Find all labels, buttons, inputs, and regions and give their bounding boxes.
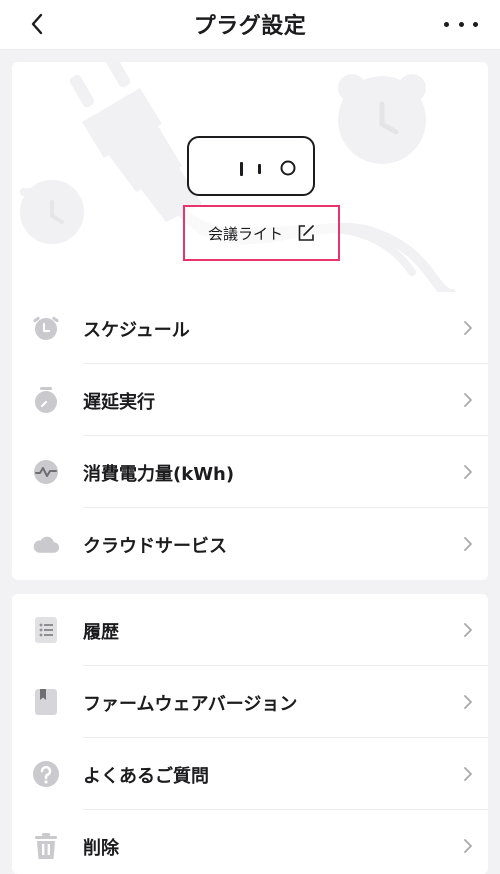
alarm-clock-icon <box>32 314 60 342</box>
menu-item-delete[interactable]: 削除 <box>12 810 488 874</box>
menu-item-label: 履歴 <box>83 622 119 643</box>
page-title: プラグ設定 <box>193 14 307 39</box>
menu-item-label: よくあるご質問 <box>83 766 209 787</box>
timer-icon <box>32 386 60 414</box>
chevron-right-icon <box>464 839 472 853</box>
chevron-right-icon <box>464 537 472 551</box>
menu-item-delayed-run[interactable]: 遅延実行 <box>12 364 488 436</box>
menu-item-label: ファームウェアバージョン <box>83 694 298 715</box>
menu-item-firmware-version[interactable]: ファームウェアバージョン <box>12 666 488 738</box>
trash-icon <box>32 832 60 860</box>
menu-item-label: 遅延実行 <box>83 392 155 413</box>
device-name-editor[interactable]: 会議ライト <box>183 205 340 261</box>
top-nav-bar: プラグ設定 <box>0 0 500 50</box>
plug-front-icon <box>187 136 315 196</box>
menu-item-history[interactable]: 履歴 <box>12 594 488 666</box>
device-settings-card: 会議ライト スケジュール 遅延実行 消費電力量(kWh) クラウドサービス <box>12 62 488 580</box>
chevron-right-icon <box>464 393 472 407</box>
more-options-button[interactable] <box>444 12 478 36</box>
menu-item-cloud-service[interactable]: クラウドサービス <box>12 508 488 580</box>
menu-item-label: クラウドサービス <box>83 536 227 557</box>
history-list-icon <box>32 616 60 644</box>
device-name: 会議ライト <box>207 224 283 243</box>
menu-item-faq[interactable]: よくあるご質問 <box>12 738 488 810</box>
device-hero: 会議ライト <box>12 62 488 292</box>
question-icon <box>32 760 60 788</box>
cloud-icon <box>32 530 60 558</box>
edit-icon[interactable] <box>297 224 315 242</box>
menu-item-power-consumption[interactable]: 消費電力量(kWh) <box>12 436 488 508</box>
more-horizontal-icon <box>444 21 449 27</box>
menu-item-schedule[interactable]: スケジュール <box>12 292 488 364</box>
chevron-right-icon <box>464 767 472 781</box>
menu-item-label: 消費電力量(kWh) <box>83 464 235 485</box>
firmware-book-icon <box>32 688 60 716</box>
chevron-right-icon <box>464 695 472 709</box>
menu-item-label: 削除 <box>83 838 119 859</box>
chevron-right-icon <box>464 623 472 637</box>
chevron-right-icon <box>464 321 472 335</box>
device-info-card: 履歴 ファームウェアバージョン よくあるご質問 削除 <box>12 594 488 874</box>
power-wave-icon <box>32 458 60 486</box>
menu-item-label: スケジュール <box>83 320 190 341</box>
chevron-right-icon <box>464 465 472 479</box>
